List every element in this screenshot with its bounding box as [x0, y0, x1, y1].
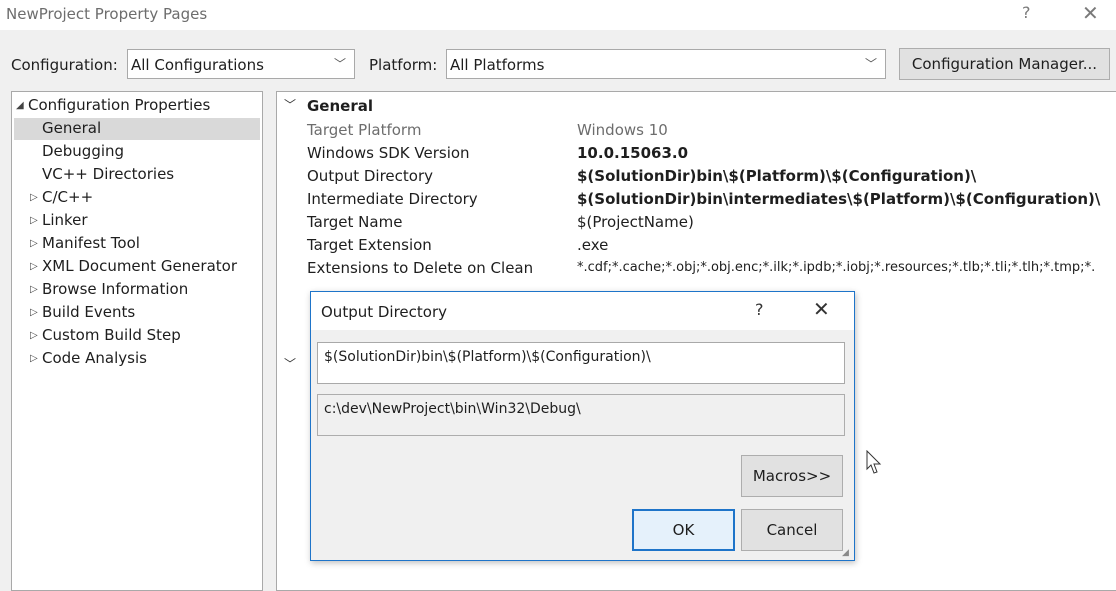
platform-value: All Platforms [450, 56, 545, 74]
help-icon[interactable]: ? [1022, 3, 1031, 22]
property-value: $(ProjectName) [577, 213, 694, 231]
property-row[interactable]: Target Name $(ProjectName) [277, 210, 1116, 233]
configuration-dropdown[interactable]: All Configurations ﹀ [127, 49, 355, 79]
chevron-down-icon[interactable]: ﹀ [284, 96, 296, 113]
property-value: 10.0.15063.0 [577, 144, 689, 162]
property-row[interactable]: Output Directory $(SolutionDir)bin\$(Pla… [277, 164, 1116, 187]
property-row[interactable]: Windows SDK Version 10.0.15063.0 [277, 141, 1116, 164]
property-value: $(SolutionDir)bin\$(Platform)\$(Configur… [577, 167, 977, 185]
tree-item-c-cpp[interactable]: ▷ C/C++ [30, 188, 93, 210]
property-tree: ◢ Configuration Properties General Debugg… [11, 91, 263, 591]
tree-item-label: C/C++ [42, 188, 94, 206]
cancel-button[interactable]: Cancel [741, 509, 843, 551]
property-value: .exe [577, 236, 609, 254]
collapsed-triangle-icon[interactable]: ▷ [30, 284, 42, 295]
tree-item-label: Browse Information [42, 280, 189, 298]
close-icon[interactable]: ✕ [1082, 1, 1099, 25]
tree-item-label: Build Events [42, 303, 136, 321]
tree-item-debugging[interactable]: Debugging [42, 142, 124, 164]
tree-item-custom-build-step[interactable]: ▷ Custom Build Step [30, 326, 181, 348]
dialog-title: Output Directory [321, 303, 448, 321]
property-row[interactable]: Target Platform Windows 10 [277, 118, 1116, 141]
evaluated-value-field: c:\dev\NewProject\bin\Win32\Debug\ [317, 394, 845, 436]
help-icon[interactable]: ? [755, 300, 764, 319]
property-name: Intermediate Directory [307, 190, 478, 208]
collapsed-triangle-icon[interactable]: ▷ [30, 353, 42, 364]
tree-item-manifest-tool[interactable]: ▷ Manifest Tool [30, 234, 140, 256]
ok-button[interactable]: OK [632, 509, 735, 551]
mouse-cursor-icon [866, 450, 882, 474]
output-directory-dialog: Output Directory ? ✕ $(SolutionDir)bin\$… [310, 291, 855, 561]
resize-grip-icon[interactable]: ◢ [842, 548, 852, 558]
collapsed-triangle-icon[interactable]: ▷ [30, 192, 42, 203]
tree-item-browse-information[interactable]: ▷ Browse Information [30, 280, 188, 302]
property-name: Target Extension [307, 236, 432, 254]
configuration-manager-button[interactable]: Configuration Manager... [899, 48, 1110, 80]
property-row[interactable]: Target Extension .exe [277, 233, 1116, 256]
tree-item-label: Debugging [42, 142, 125, 160]
platform-dropdown[interactable]: All Platforms ﹀ [446, 49, 886, 79]
configuration-value: All Configurations [131, 56, 264, 74]
dialog-titlebar: Output Directory ? ✕ [311, 292, 854, 330]
tree-item-general[interactable]: General [42, 119, 101, 141]
platform-label: Platform: [369, 56, 438, 74]
chevron-down-icon[interactable]: ﹀ [284, 355, 296, 372]
property-name: Target Name [307, 213, 403, 231]
tree-item-label: Linker [42, 211, 88, 229]
property-row[interactable]: Intermediate Directory $(SolutionDir)bin… [277, 187, 1116, 210]
collapsed-triangle-icon[interactable]: ▷ [30, 261, 42, 272]
collapsed-triangle-icon[interactable]: ▷ [30, 307, 42, 318]
tree-item-code-analysis[interactable]: ▷ Code Analysis [30, 349, 147, 371]
tree-item-xml-document-generator[interactable]: ▷ XML Document Generator [30, 257, 237, 279]
section-label: General [307, 97, 373, 115]
property-value: Windows 10 [577, 121, 668, 139]
property-name: Extensions to Delete on Clean [307, 259, 534, 277]
tree-item-build-events[interactable]: ▷ Build Events [30, 303, 135, 325]
close-icon[interactable]: ✕ [813, 297, 830, 321]
tree-item-linker[interactable]: ▷ Linker [30, 211, 88, 233]
window-titlebar: NewProject Property Pages ? ✕ [0, 0, 1116, 30]
property-value: $(SolutionDir)bin\intermediates\$(Platfo… [577, 190, 1101, 208]
tree-item-label: Code Analysis [42, 349, 147, 367]
chevron-down-icon: ﹀ [333, 57, 346, 71]
collapsed-triangle-icon[interactable]: ▷ [30, 330, 42, 341]
tree-item-label: Configuration Properties [28, 96, 211, 114]
property-name: Windows SDK Version [307, 144, 470, 162]
tree-item-configuration-properties[interactable]: ◢ Configuration Properties [16, 96, 210, 118]
tree-item-label: General [42, 119, 102, 137]
property-value: *.cdf;*.cache;*.obj;*.obj.enc;*.ilk;*.ip… [577, 260, 1096, 275]
property-name: Output Directory [307, 167, 434, 185]
window-title: NewProject Property Pages [6, 5, 208, 23]
tree-item-label: XML Document Generator [42, 257, 237, 275]
macros-button[interactable]: Macros>> [741, 455, 843, 497]
output-directory-edit-field[interactable]: $(SolutionDir)bin\$(Platform)\$(Configur… [317, 342, 845, 384]
tree-item-label: Custom Build Step [42, 326, 181, 344]
property-row[interactable]: Extensions to Delete on Clean *.cdf;*.ca… [277, 256, 1116, 279]
configuration-label: Configuration: [11, 56, 118, 74]
tree-item-vc-directories[interactable]: VC++ Directories [42, 165, 174, 187]
chevron-down-icon: ﹀ [864, 57, 877, 71]
tree-item-label: Manifest Tool [42, 234, 140, 252]
property-name: Target Platform [307, 121, 422, 139]
expanded-triangle-icon[interactable]: ◢ [16, 100, 28, 111]
collapsed-triangle-icon[interactable]: ▷ [30, 238, 42, 249]
collapsed-triangle-icon[interactable]: ▷ [30, 215, 42, 226]
tree-item-label: VC++ Directories [42, 165, 175, 183]
section-header-general[interactable]: ﹀ General [277, 95, 1116, 117]
